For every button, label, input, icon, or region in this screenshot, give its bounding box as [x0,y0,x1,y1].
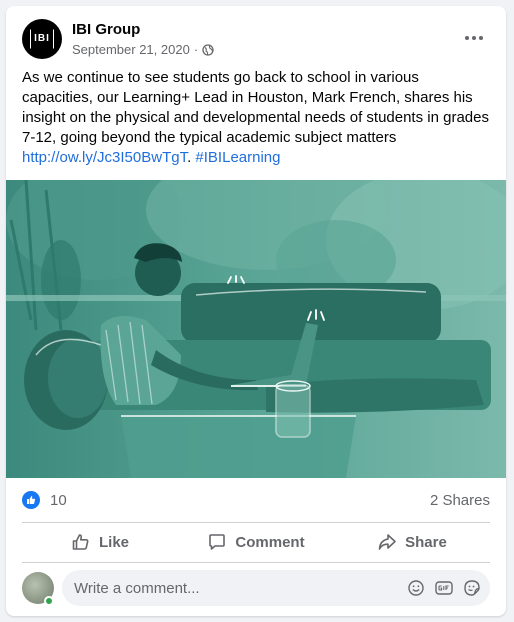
more-options-icon[interactable] [460,24,488,52]
page-avatar[interactable]: IBI [22,19,62,59]
share-count[interactable]: 2 Shares [430,492,490,509]
share-label: Share [405,533,447,551]
comment-box[interactable] [62,570,490,606]
meta-separator: · [193,42,199,57]
sticker-face-icon [464,580,480,596]
thumbs-up-mini-icon [27,496,36,504]
post-link[interactable]: http://ow.ly/Jc3I50BwTgT [22,149,187,166]
comment-composer [22,570,490,606]
comment-button[interactable]: Comment [178,524,334,560]
smiley-icon [408,580,424,596]
user-avatar[interactable] [22,572,54,606]
like-button[interactable]: Like [22,524,178,560]
hashtag-link[interactable]: #IBILearning [195,149,280,166]
thumbs-up-icon [72,534,89,550]
photo-student-on-couch [6,180,506,478]
ellipsis-icon [465,36,483,40]
comment-input[interactable] [74,570,374,606]
emoji-icon[interactable] [406,578,426,598]
like-label: Like [98,533,129,551]
globe-icon [202,43,214,56]
comment-label: Comment [235,533,305,551]
like-reaction-icon[interactable] [22,491,40,509]
post-body: As we continue to see students go back t… [22,69,489,146]
divider-top [22,522,490,523]
post-card: IBI IBI Group September 21, 2020 · As we… [6,6,506,616]
comment-tools [406,578,482,598]
like-count[interactable]: 10 [50,492,67,509]
page-name[interactable]: IBI Group [72,21,140,38]
post-text: As we continue to see students go back t… [22,68,492,168]
online-status-dot [44,596,54,606]
sticker-icon[interactable] [462,578,482,598]
comment-icon [209,534,226,550]
reaction-counts: 10 2 Shares [22,490,490,510]
post-header: IBI IBI Group September 21, 2020 · [22,18,494,62]
share-icon [378,534,396,550]
share-button[interactable]: Share [334,524,490,560]
avatar-logo-text: IBI [30,29,54,49]
post-image[interactable] [6,180,506,478]
action-bar: Like Comment Share [22,524,490,560]
post-meta: September 21, 2020 · [72,42,214,57]
gif-icon[interactable] [434,578,454,598]
post-date[interactable]: September 21, 2020 [72,42,190,57]
divider-bottom [22,562,490,563]
gif-badge-icon [435,581,453,595]
